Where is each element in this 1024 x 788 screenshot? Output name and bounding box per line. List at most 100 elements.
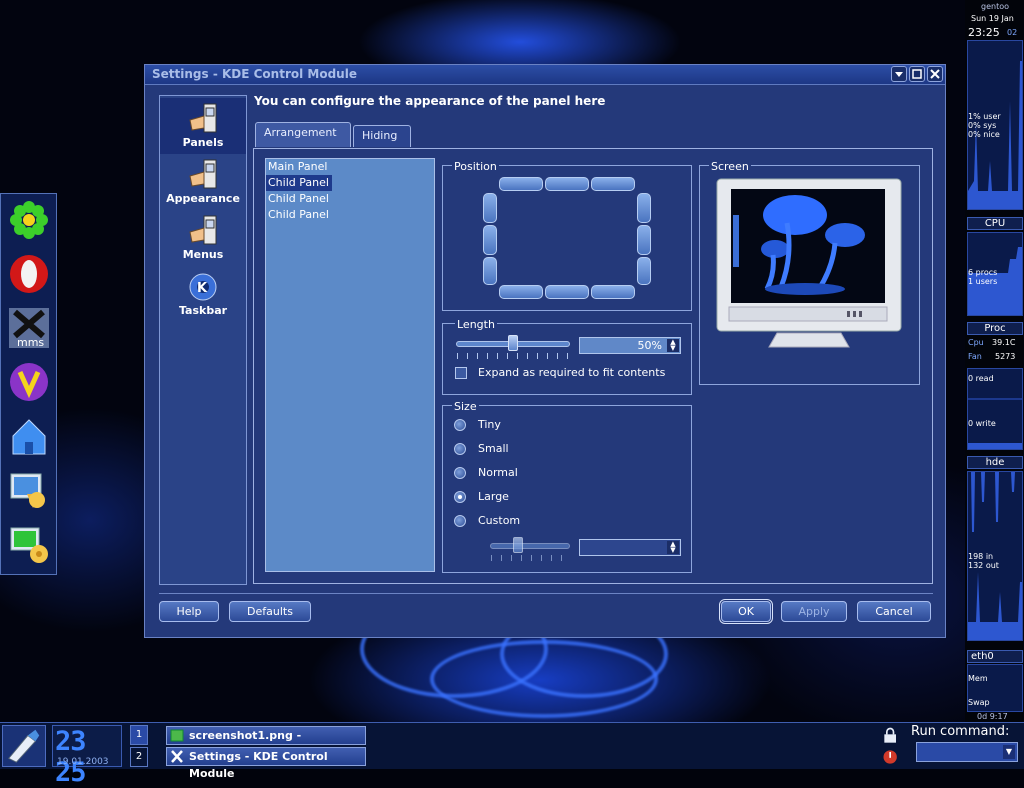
spin-arrows-icon[interactable]: ▲ ▼ [667, 541, 679, 554]
length-slider-handle[interactable] [508, 335, 518, 351]
ok-button[interactable]: OK [719, 599, 773, 624]
size-radio-large[interactable] [454, 491, 466, 503]
minimize-button[interactable] [891, 66, 907, 82]
length-slider-ticks [457, 353, 569, 359]
apply-button[interactable]: Apply [781, 601, 847, 622]
x-logo-icon [171, 750, 183, 763]
position-bottom-left-button[interactable] [499, 285, 543, 299]
opera-icon[interactable] [5, 250, 53, 298]
kicker-taskbar: 23 25 19.01.2003 1 2 screenshot1.png - K… [0, 722, 1024, 788]
cpu-user-text: 1% user [968, 112, 1001, 121]
k-menu-icon [8, 729, 40, 763]
chevron-down-icon[interactable]: ▼ [1003, 745, 1015, 759]
defaults-button[interactable]: Defaults [229, 601, 311, 622]
size-option-label: Custom [478, 514, 521, 527]
list-item[interactable]: Main Panel [266, 159, 434, 175]
logout-icon[interactable] [881, 748, 901, 766]
tab-arrangement[interactable]: Arrangement [255, 122, 351, 147]
icq-icon[interactable] [5, 196, 53, 244]
position-top-right-button[interactable] [591, 177, 635, 191]
position-top-left-button[interactable] [499, 177, 543, 191]
k-menu-button[interactable] [2, 725, 46, 767]
panel-listbox[interactable]: Main Panel Child Panel Child Panel Child… [265, 158, 435, 572]
position-label: Position [452, 160, 499, 173]
length-spinbox[interactable]: 50% ▲ ▼ [579, 337, 681, 354]
cancel-button[interactable]: Cancel [857, 601, 931, 622]
desktop-1-button[interactable]: 1 [130, 725, 148, 745]
position-left-middle-button[interactable] [483, 225, 497, 255]
uptime-text: 0d 9:17 [977, 712, 1008, 721]
desktop-2-button[interactable]: 2 [130, 747, 148, 767]
help-button[interactable]: Help [159, 601, 219, 622]
task-ksnapshot[interactable]: screenshot1.png - KSnapshot [166, 726, 366, 759]
list-item[interactable]: Child Panel [266, 175, 332, 191]
custom-size-slider-ticks [491, 555, 569, 561]
window-titlebar[interactable]: Settings - KDE Control Module [145, 65, 945, 85]
panels-icon [189, 103, 217, 133]
sidebar-item-appearance[interactable]: Appearance [160, 154, 246, 210]
size-radio-tiny[interactable] [454, 419, 466, 431]
position-bottom-right-button[interactable] [591, 285, 635, 299]
task-label: Settings - KDE Control Module [189, 750, 328, 780]
expand-checkbox[interactable] [455, 367, 467, 379]
position-right-middle-button[interactable] [637, 225, 651, 255]
control-center-icon[interactable] [5, 520, 53, 568]
custom-size-spinbox[interactable]: ▲ ▼ [579, 539, 681, 556]
cpu-sys-text: 0% sys [968, 121, 997, 130]
net-label: eth0 [967, 650, 1023, 663]
sidebar-item-label: Panels [182, 136, 224, 149]
size-label: Size [452, 400, 479, 413]
sidebar-item-panels[interactable]: Panels [160, 98, 246, 154]
list-item[interactable]: Child Panel [266, 207, 434, 223]
expand-checkbox-label: Expand as required to fit contents [478, 366, 666, 379]
task-kde-control-module[interactable]: Settings - KDE Control Module [166, 747, 366, 780]
svg-text:mms: mms [17, 336, 44, 349]
vim-icon[interactable] [5, 358, 53, 406]
position-left-bottom-button[interactable] [483, 257, 497, 285]
close-button[interactable] [927, 66, 943, 82]
position-left-top-button[interactable] [483, 193, 497, 223]
ksnapshot-icon [170, 729, 184, 742]
spin-arrows-icon[interactable]: ▲ ▼ [667, 339, 679, 352]
position-top-center-button[interactable] [545, 177, 589, 191]
appearance-icon [189, 159, 217, 189]
run-command-input[interactable]: ▼ [916, 742, 1018, 762]
length-label: Length [455, 318, 497, 331]
maximize-button[interactable] [909, 66, 925, 82]
chevron-down-icon [895, 72, 903, 77]
home-folder-icon[interactable] [5, 412, 53, 460]
size-radio-normal[interactable] [454, 467, 466, 479]
button-separator [159, 593, 933, 594]
lock-icon[interactable] [881, 727, 901, 745]
length-group [442, 323, 692, 395]
size-option-label: Small [478, 442, 509, 455]
xmms-icon[interactable]: mms [5, 304, 53, 352]
close-icon [930, 69, 940, 79]
taskbar-clock[interactable]: 23 25 19.01.2003 [52, 725, 122, 788]
system-tray [880, 725, 904, 767]
tab-hiding[interactable]: Hiding [353, 125, 411, 147]
position-right-top-button[interactable] [637, 193, 651, 223]
window-title: Settings - KDE Control Module [152, 67, 357, 81]
position-right-bottom-button[interactable] [637, 257, 651, 285]
seconds-text: 02 [1007, 28, 1018, 37]
desktop-settings-icon[interactable] [5, 466, 53, 514]
size-radio-custom[interactable] [454, 515, 466, 527]
date-text: Sun 19 Jan [971, 14, 1014, 23]
net-out-text: 132 out [968, 561, 999, 570]
net-in-text: 198 in [968, 552, 994, 561]
screen-preview-monitor [716, 178, 902, 348]
size-radio-small[interactable] [454, 443, 466, 455]
clock-date: 19.01.2003 [57, 757, 109, 767]
cpu-temp-text: 39.1C [992, 338, 1016, 347]
sidebar-item-label: Menus [182, 248, 224, 261]
position-bottom-center-button[interactable] [545, 285, 589, 299]
custom-size-slider[interactable] [490, 543, 570, 549]
custom-size-slider-handle[interactable] [513, 537, 523, 553]
list-item[interactable]: Child Panel [266, 191, 434, 207]
size-option-label: Tiny [478, 418, 501, 431]
sidebar-item-taskbar[interactable]: K Taskbar [160, 266, 246, 322]
screen-label: Screen [709, 160, 751, 173]
sidebar-item-menus[interactable]: Menus [160, 210, 246, 266]
length-value: 50% [637, 339, 662, 352]
